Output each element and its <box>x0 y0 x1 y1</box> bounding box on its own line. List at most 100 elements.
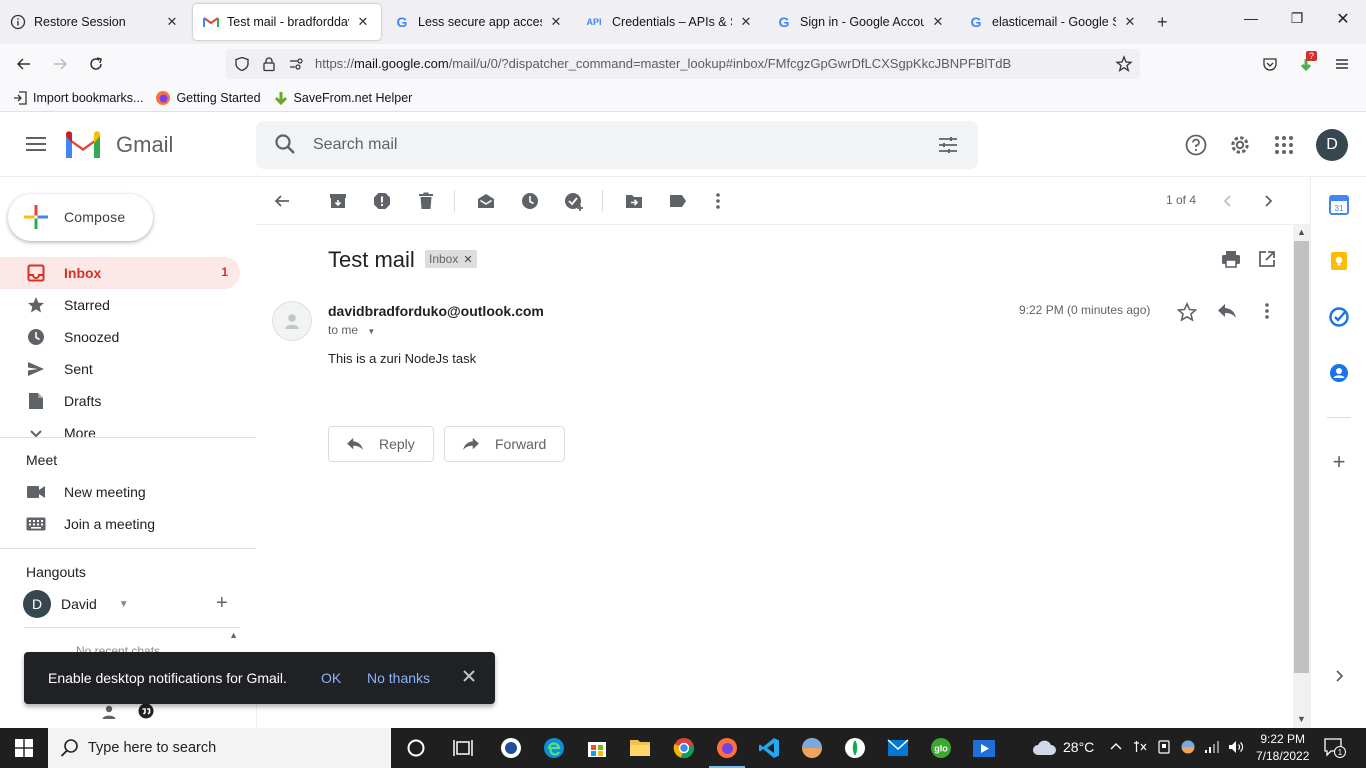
label-tag-icon[interactable] <box>668 191 688 211</box>
shield-icon[interactable] <box>232 54 252 74</box>
search-icon[interactable] <box>274 133 296 158</box>
extension-icon[interactable]: ? <box>1296 51 1318 74</box>
hangouts-user[interactable]: D David ▼ <box>23 590 129 618</box>
snackbar-ok-button[interactable]: OK <box>321 670 341 686</box>
help-icon[interactable] <box>1184 133 1208 157</box>
bookmark-savefrom[interactable]: SaveFrom.net Helper <box>273 90 412 106</box>
tasks-icon[interactable] <box>1329 307 1349 327</box>
scrollbar-thumb[interactable] <box>1294 241 1309 673</box>
main-menu-icon[interactable] <box>24 133 48 157</box>
search-input[interactable]: Search mail <box>313 136 397 154</box>
calendar-icon[interactable]: 31 <box>1329 195 1349 215</box>
new-meeting-link[interactable]: New meeting <box>26 482 146 502</box>
contacts-icon[interactable] <box>1329 363 1349 383</box>
settings-gear-icon[interactable] <box>1228 133 1252 157</box>
forward-button[interactable]: Forward <box>444 426 566 462</box>
sender-email[interactable]: davidbradforduko@outlook.com <box>328 303 544 319</box>
mail-icon[interactable] <box>886 736 910 760</box>
gmail-logo-icon[interactable] <box>64 131 104 161</box>
more-vert-icon[interactable] <box>708 191 728 211</box>
tray-app-icon[interactable] <box>1181 740 1195 757</box>
newer-chevron-left-icon[interactable] <box>1218 191 1238 211</box>
tray-device-icon[interactable] <box>1157 740 1171 757</box>
add-addon-icon[interactable]: + <box>1329 449 1349 474</box>
hangouts-chat-icon[interactable] <box>137 703 155 724</box>
account-avatar[interactable]: D <box>1316 129 1348 161</box>
star-toggle-icon[interactable] <box>1176 301 1198 325</box>
contacts-person-icon[interactable] <box>101 704 117 723</box>
reply-button[interactable]: Reply <box>328 426 434 462</box>
url-text[interactable]: https://mail.google.com/mail/u/0/?dispat… <box>315 56 1011 71</box>
tab-less-secure[interactable]: G Less secure app access ✕ <box>384 4 574 40</box>
tab-elasticemail[interactable]: G elasticemail - Google Sear ✕ <box>958 4 1148 40</box>
older-chevron-right-icon[interactable] <box>1258 191 1278 211</box>
restore-icon[interactable]: ❐ <box>1274 10 1320 27</box>
taskbar-clock[interactable]: 9:22 PM 7/18/2022 <box>1256 731 1309 765</box>
add-chat-icon[interactable]: + <box>216 592 228 615</box>
chrome-icon[interactable] <box>672 736 696 760</box>
tab-credentials[interactable]: API Credentials – APIs & Servi ✕ <box>574 4 764 40</box>
taskbar-search[interactable]: Type here to search <box>48 728 391 768</box>
firefox-icon[interactable] <box>709 736 745 768</box>
glo-icon[interactable]: glo <box>929 736 953 760</box>
tab-test-mail[interactable]: Test mail - bradforddavid ✕ <box>193 4 381 40</box>
media-player-icon[interactable] <box>972 736 996 760</box>
close-icon[interactable]: ✕ <box>930 14 946 30</box>
cortana-icon[interactable] <box>404 736 428 760</box>
mongodb-icon[interactable] <box>843 736 867 760</box>
compose-button[interactable]: Compose <box>8 194 153 241</box>
back-icon[interactable] <box>14 54 34 74</box>
scroll-up-icon[interactable]: ▲ <box>229 630 238 640</box>
recipients-dropdown[interactable]: to me ▼ <box>328 323 375 337</box>
app-icon[interactable] <box>499 736 523 760</box>
notifications-icon[interactable]: 1 <box>1324 738 1346 761</box>
keep-notes-icon[interactable] <box>1329 251 1349 271</box>
snackbar-no-thanks-button[interactable]: No thanks <box>367 670 430 686</box>
delete-trash-icon[interactable] <box>416 191 436 211</box>
apps-grid-icon[interactable] <box>1272 133 1296 157</box>
sidebar-item-starred[interactable]: Starred <box>0 289 240 321</box>
tab-sign-in[interactable]: G Sign in - Google Account ✕ <box>766 4 956 40</box>
reply-icon[interactable] <box>1217 303 1237 322</box>
add-task-icon[interactable] <box>564 191 584 211</box>
menu-icon[interactable] <box>1332 54 1352 74</box>
search-options-icon[interactable] <box>938 135 958 158</box>
task-view-icon[interactable] <box>451 736 475 760</box>
file-explorer-icon[interactable] <box>628 736 652 760</box>
window-close-icon[interactable]: ✕ <box>1320 9 1366 29</box>
minimize-icon[interactable]: — <box>1228 10 1274 26</box>
volume-icon[interactable] <box>1228 740 1244 757</box>
move-to-icon[interactable] <box>624 191 644 211</box>
weather-temperature[interactable]: 28°C <box>1063 739 1094 755</box>
sidebar-item-more[interactable]: More <box>0 417 240 437</box>
open-new-window-icon[interactable] <box>1258 250 1276 271</box>
close-icon[interactable]: ✕ <box>164 14 180 30</box>
back-to-inbox-icon[interactable] <box>272 191 292 211</box>
url-bar[interactable]: https://mail.google.com/mail/u/0/?dispat… <box>226 49 1140 79</box>
bookmark-import[interactable]: Import bookmarks... <box>12 90 143 106</box>
report-spam-icon[interactable] <box>372 191 392 211</box>
gmail-wordmark[interactable]: Gmail <box>116 132 173 158</box>
close-icon[interactable]: ✕ <box>548 14 564 30</box>
caret-down-icon[interactable]: ▼ <box>119 599 129 610</box>
print-icon[interactable] <box>1221 250 1241 271</box>
message-more-vert-icon[interactable] <box>1265 303 1269 322</box>
mark-unread-icon[interactable] <box>476 191 496 211</box>
new-tab-icon[interactable]: + <box>1157 12 1168 33</box>
reload-icon[interactable] <box>86 54 106 74</box>
pocket-icon[interactable] <box>1260 54 1280 74</box>
sidebar-item-snoozed[interactable]: Snoozed <box>0 321 240 353</box>
forward-icon[interactable] <box>50 54 70 74</box>
remove-label-icon[interactable]: ✕ <box>463 253 472 266</box>
search-bar[interactable]: Search mail <box>256 121 978 169</box>
edge-icon[interactable] <box>542 736 566 760</box>
scroll-up-icon[interactable]: ▲ <box>1297 227 1306 237</box>
permissions-icon[interactable] <box>286 54 306 74</box>
tray-chevron-up-icon[interactable] <box>1110 740 1122 754</box>
snackbar-close-icon[interactable] <box>460 667 478 685</box>
vscode-icon[interactable] <box>757 736 781 760</box>
network-signal-icon[interactable] <box>1204 740 1220 757</box>
close-icon[interactable]: ✕ <box>738 14 754 30</box>
join-meeting-link[interactable]: Join a meeting <box>26 514 155 534</box>
app-icon[interactable] <box>800 736 824 760</box>
